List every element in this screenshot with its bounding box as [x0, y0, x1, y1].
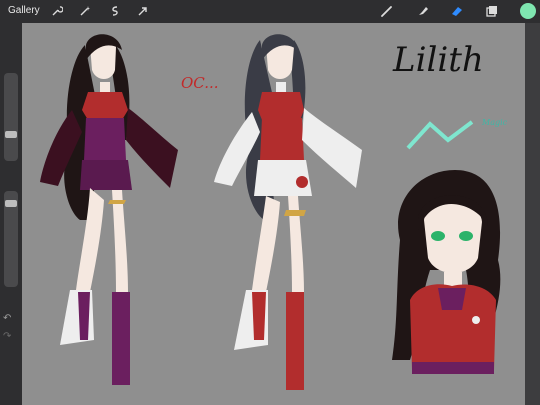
character-left: [40, 34, 178, 385]
character-name-title: Lilith: [393, 40, 484, 80]
oc-label: OC...: [181, 74, 219, 92]
portrait: [392, 170, 501, 374]
magic-label: Magic: [482, 118, 508, 127]
character-middle: [214, 34, 362, 390]
magic-symbol: [406, 120, 474, 150]
